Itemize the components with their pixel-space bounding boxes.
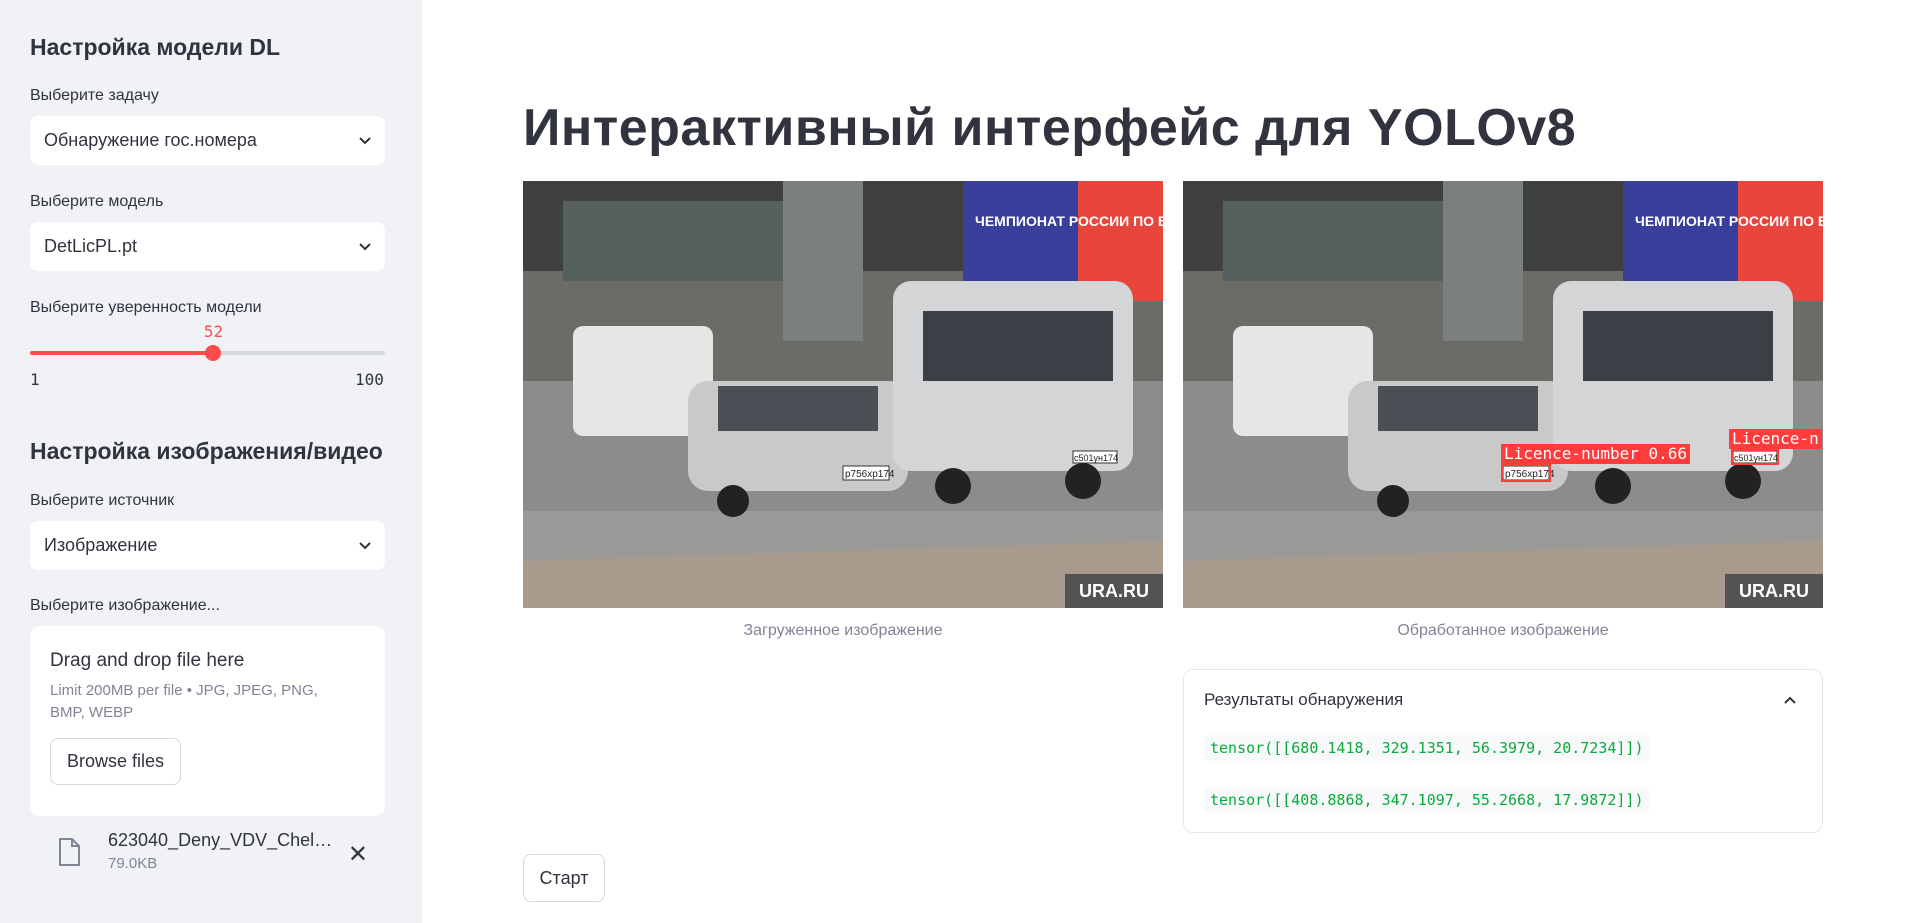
chevron-up-icon[interactable] [1784,696,1796,704]
task-select[interactable]: Обнаружение гос.номера [30,116,385,165]
detection-box [1731,449,1779,465]
confidence-value: 52 [203,322,224,341]
watermark-badge: URA.RU [1725,574,1823,608]
results-expander[interactable]: Результаты обнаружения tensor([[680.1418… [1183,669,1823,833]
watermark-badge: URA.RU [1065,574,1163,608]
chevron-down-icon [359,242,371,250]
start-button[interactable]: Старт [523,854,605,902]
source-label: Выберите источник [30,492,175,509]
sidebar: Настройка модели DL Выберите задачу Обна… [0,0,422,923]
slider-fill [30,351,213,355]
model-label: Выберите модель [30,193,164,210]
result-tensor: tensor([[680.1418, 329.1351, 56.3979, 20… [1204,735,1650,761]
model-settings-heading: Настройка модели DL [30,34,281,60]
file-icon [59,838,80,866]
uploaded-file: 623040_Deny_VDV_Chel… 79.0KB ✕ [58,830,368,890]
dropzone-title: Drag and drop file here [50,650,245,671]
processed-caption: Обработанное изображение [1397,622,1609,639]
billboard-text: ЧЕМПИОНАТ РОССИИ ПО БОКСУ [975,213,1163,229]
model-select-value: DetLicPL.pt [44,236,138,256]
street-scene-image: ЧЕМПИОНАТ РОССИИ ПО БОКСУ р756хр174 с501… [523,181,1163,608]
file-uploader-dropzone[interactable]: Drag and drop file here Limit 200MB per … [30,626,385,816]
source-select-value: Изображение [44,535,158,555]
processed-image: ЧЕМПИОНАТ РОССИИ ПО БОКСУ р756хр174 с501… [1183,181,1823,608]
uploaded-caption: Загруженное изображение [743,622,943,639]
detection-label: Licence-n [1729,429,1822,449]
browse-files-button[interactable]: Browse files [50,738,182,785]
chevron-down-icon [359,541,371,549]
slider-max: 100 [355,370,384,389]
file-name: 623040_Deny_VDV_Chel… [108,830,333,850]
results-title: Результаты обнаружения [1204,690,1404,709]
model-select[interactable]: DetLicPL.pt [30,222,385,271]
slider-min: 1 [30,370,40,389]
task-label: Выберите задачу [30,87,159,104]
plate-left: р756хр174 [845,469,895,480]
file-size: 79.0KB [108,855,158,872]
dropzone-limit: Limit 200MB per file • JPG, JPEG, PNG, B… [50,682,318,721]
image-settings-heading: Настройка изображения/видео [30,438,383,464]
slider-thumb[interactable] [204,345,221,361]
task-select-value: Обнаружение гос.номера [44,130,257,150]
street-scene-image: ЧЕМПИОНАТ РОССИИ ПО БОКСУ р756хр174 с501… [1183,181,1823,608]
plate-right: с501ун174 [1074,453,1118,463]
detection-box [1501,464,1551,482]
page-title: Интерактивный интерфейс для YOLOv8 [523,99,1577,157]
uploaded-image: ЧЕМПИОНАТ РОССИИ ПО БОКСУ р756хр174 с501… [523,181,1163,608]
confidence-slider[interactable] [30,345,385,361]
remove-file-icon[interactable]: ✕ [348,840,368,869]
source-select[interactable]: Изображение [30,521,385,570]
detection-label: Licence-number 0.66 [1501,444,1691,464]
billboard-text: ЧЕМПИОНАТ РОССИИ ПО БОКСУ [1635,213,1823,229]
chevron-down-icon [359,136,371,144]
image-label: Выберите изображение... [30,597,220,614]
confidence-label: Выберите уверенность модели [30,299,262,316]
result-tensor: tensor([[408.8868, 347.1097, 55.2668, 17… [1204,787,1650,813]
